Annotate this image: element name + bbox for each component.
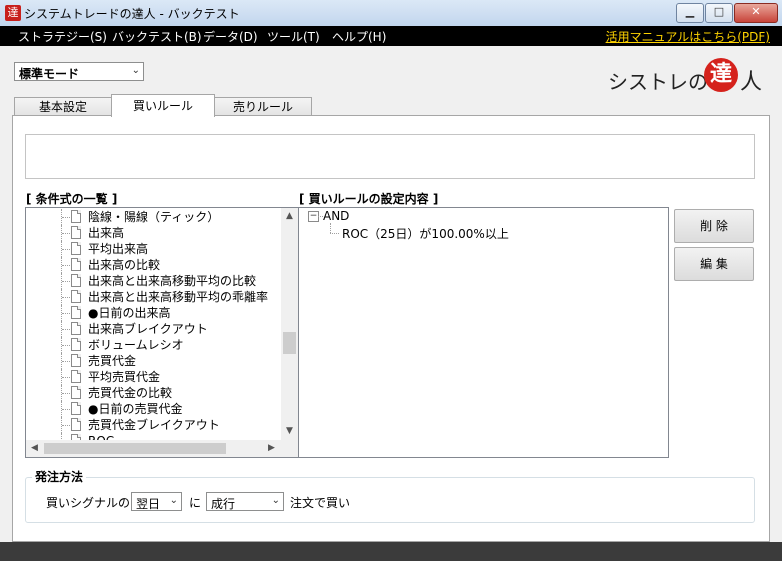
tree-connector — [330, 223, 331, 233]
minimize-button[interactable]: ▁ — [676, 3, 704, 23]
condition-label: ボリュームレシオ — [88, 338, 184, 352]
document-icon — [71, 258, 81, 271]
condition-list-item[interactable]: 出来高ブレイクアウト — [26, 321, 286, 337]
mode-select-value: 標準モード — [19, 67, 80, 81]
condition-label: 出来高と出来高移動平均の比較 — [88, 274, 257, 288]
document-icon — [71, 210, 81, 223]
order-suffix-label: 注文で買い — [290, 496, 351, 510]
order-prefix-label: 買いシグナルの — [46, 496, 131, 510]
mode-select[interactable]: 標準モード ⌄ — [14, 62, 144, 81]
document-icon — [71, 418, 81, 431]
condition-label: 売買代金ブレイクアウト — [88, 418, 220, 432]
condition-label: 陰線・陽線（ティック） — [88, 210, 220, 224]
order-timing-select[interactable]: 翌日 ⌄ — [131, 492, 182, 511]
condition-label: 出来高ブレイクアウト — [88, 322, 208, 336]
window-title: システムトレードの達人 - バックテスト — [24, 7, 240, 21]
document-icon — [71, 290, 81, 303]
tab-buy-rule[interactable]: 買いルール — [111, 94, 215, 117]
menu-help[interactable]: ヘルプ(H) — [332, 28, 386, 45]
tab-sell-rule[interactable]: 売りルール — [214, 97, 312, 116]
document-icon — [71, 226, 81, 239]
document-icon — [71, 386, 81, 399]
vertical-scroll-thumb[interactable] — [283, 332, 296, 354]
condition-list-item[interactable]: ●日前の売買代金 — [26, 401, 286, 417]
condition-label: 出来高と出来高移動平均の乖離率 — [88, 290, 269, 304]
order-type-select[interactable]: 成行 ⌄ — [206, 492, 284, 511]
document-icon — [71, 322, 81, 335]
scroll-up-icon[interactable]: ▲ — [281, 208, 298, 225]
condition-list-item[interactable]: 出来高 — [26, 225, 286, 241]
logo-tail: 人 — [740, 70, 763, 95]
rule-memo-field[interactable] — [25, 134, 755, 179]
delete-button[interactable]: 削 除 — [674, 209, 754, 243]
order-timing-value: 翌日 — [136, 497, 161, 511]
scroll-left-icon[interactable]: ◀ — [26, 440, 43, 457]
condition-list-item[interactable]: 平均売買代金 — [26, 369, 286, 385]
close-button[interactable]: ✕ — [734, 3, 778, 23]
document-icon — [71, 402, 81, 415]
chevron-down-icon: ⌄ — [271, 495, 280, 506]
status-bar — [0, 542, 782, 561]
scroll-right-icon[interactable]: ▶ — [263, 440, 280, 457]
buy-rule-header: [ 買いルールの設定内容 ] — [299, 192, 439, 206]
rule-condition-item[interactable]: ROC（25日）が100.00%以上 — [342, 225, 509, 242]
scroll-down-icon[interactable]: ▼ — [281, 423, 298, 440]
condition-label: 売買代金の比較 — [88, 386, 173, 400]
order-particle-label: に — [189, 496, 202, 510]
manual-pdf-link[interactable]: 活用マニュアルはこちら(PDF) — [606, 28, 770, 45]
condition-label: 売買代金 — [88, 354, 137, 368]
menu-strategy[interactable]: ストラテジー(S) — [18, 28, 107, 45]
condition-label: 平均出来高 — [88, 242, 149, 256]
condition-list-item[interactable]: 売買代金の比較 — [26, 385, 286, 401]
menu-tools[interactable]: ツール(T) — [267, 28, 320, 45]
condition-list-item[interactable]: 陰線・陽線（ティック） — [26, 209, 286, 225]
condition-label: ●日前の売買代金 — [88, 402, 183, 416]
menu-data[interactable]: データ(D) — [203, 28, 258, 45]
condition-list-item[interactable]: 売買代金ブレイクアウト — [26, 417, 286, 433]
buy-rule-tree[interactable] — [298, 207, 669, 458]
condition-label: 出来高の比較 — [88, 258, 161, 272]
edit-button[interactable]: 編 集 — [674, 247, 754, 281]
app-icon: 達 — [5, 5, 21, 21]
conditions-header: [ 条件式の一覧 ] — [26, 192, 118, 206]
logo-circle: 達 — [704, 58, 738, 92]
condition-list-item[interactable]: 出来高と出来高移動平均の比較 — [26, 273, 286, 289]
condition-label: 平均売買代金 — [88, 370, 161, 384]
condition-list-item[interactable]: ●日前の出来高 — [26, 305, 286, 321]
condition-list-item[interactable]: 平均出来高 — [26, 241, 286, 257]
tree-connector — [330, 233, 339, 234]
rule-root-and[interactable]: AND — [323, 209, 349, 223]
condition-list-item[interactable]: 出来高の比較 — [26, 257, 286, 273]
conditions-tree[interactable]: 陰線・陽線（ティック） 出来高平均出来高出来高の比較出来高と出来高移動平均の比較出… — [25, 207, 299, 458]
condition-list-item[interactable]: 売買代金 — [26, 353, 286, 369]
order-type-value: 成行 — [211, 497, 236, 511]
document-icon — [71, 370, 81, 383]
document-icon — [71, 274, 81, 287]
condition-list-item[interactable]: ボリュームレシオ — [26, 337, 286, 353]
condition-list-item[interactable]: 出来高と出来高移動平均の乖離率 — [26, 289, 286, 305]
condition-label: 出来高 — [88, 226, 125, 240]
tab-basic-settings[interactable]: 基本設定 — [14, 97, 112, 116]
document-icon — [71, 306, 81, 319]
chevron-down-icon: ⌄ — [169, 495, 178, 506]
menu-backtest[interactable]: バックテスト(B) — [112, 28, 202, 45]
document-icon — [71, 354, 81, 367]
horizontal-scrollbar[interactable]: ◀ ▶ — [26, 440, 298, 457]
vertical-scrollbar[interactable]: ▲ ▼ — [281, 208, 298, 440]
condition-label: ●日前の出来高 — [88, 306, 171, 320]
document-icon — [71, 242, 81, 255]
maximize-button[interactable]: □ — [705, 3, 733, 23]
document-icon — [71, 338, 81, 351]
logo-text: シストレの — [608, 70, 708, 94]
horizontal-scroll-thumb[interactable] — [44, 443, 226, 454]
order-method-title: 発注方法 — [32, 468, 87, 485]
chevron-down-icon: ⌄ — [131, 65, 140, 76]
